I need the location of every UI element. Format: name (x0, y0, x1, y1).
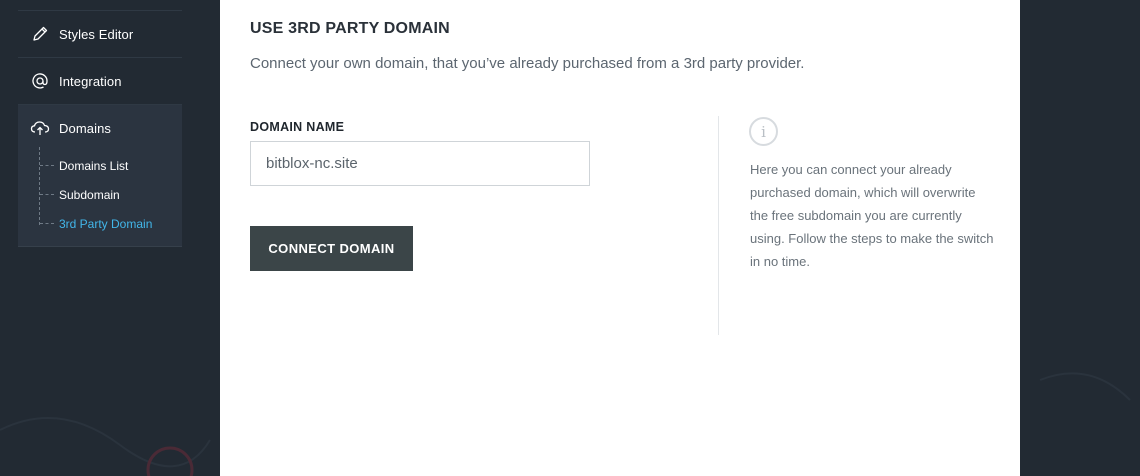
sidebar-subitem-label: Domains List (59, 158, 129, 173)
info-icon: i (749, 117, 778, 146)
sidebar-item-label: Styles Editor (59, 26, 134, 42)
domain-name-input[interactable] (250, 141, 590, 186)
sidebar-item-label: Domains (59, 120, 111, 136)
cloud-upload-icon (29, 117, 51, 139)
page-title: USE 3RD PARTY DOMAIN (250, 20, 450, 37)
tree-dash (40, 194, 54, 195)
sidebar-item-integration[interactable]: Integration (18, 58, 182, 105)
vertical-divider (718, 116, 719, 335)
page-description: Connect your own domain, that you’ve alr… (250, 55, 805, 72)
sidebar-subitem-3rd-party-domain[interactable]: 3rd Party Domain (39, 209, 182, 238)
info-text: Here you can connect your already purcha… (750, 162, 994, 269)
main-panel: USE 3RD PARTY DOMAIN Connect your own do… (220, 0, 1020, 476)
domains-group: Domains Domains List Subdomain 3rd Party… (18, 105, 182, 247)
domains-sub-list: Domains List Subdomain 3rd Party Domain (39, 147, 182, 238)
sidebar-item-label: Integration (59, 73, 122, 89)
sidebar-subitem-label: Subdomain (59, 187, 120, 202)
sidebar-subitem-subdomain[interactable]: Subdomain (39, 180, 182, 209)
connect-domain-button[interactable]: CONNECT DOMAIN (250, 226, 413, 271)
pencil-icon (29, 23, 51, 45)
tree-dash (40, 223, 54, 224)
tree-dash (40, 165, 54, 166)
sidebar-item-domains[interactable]: Domains (18, 105, 182, 151)
sidebar-subitem-domains-list[interactable]: Domains List (39, 151, 182, 180)
sidebar-subitem-label: 3rd Party Domain (59, 216, 153, 231)
at-sign-icon (29, 70, 51, 92)
sidebar-item-styles-editor[interactable]: Styles Editor (18, 10, 182, 58)
sidebar: Styles Editor Integration Domains Domain… (18, 0, 182, 247)
domain-name-label: DOMAIN NAME (250, 120, 345, 134)
